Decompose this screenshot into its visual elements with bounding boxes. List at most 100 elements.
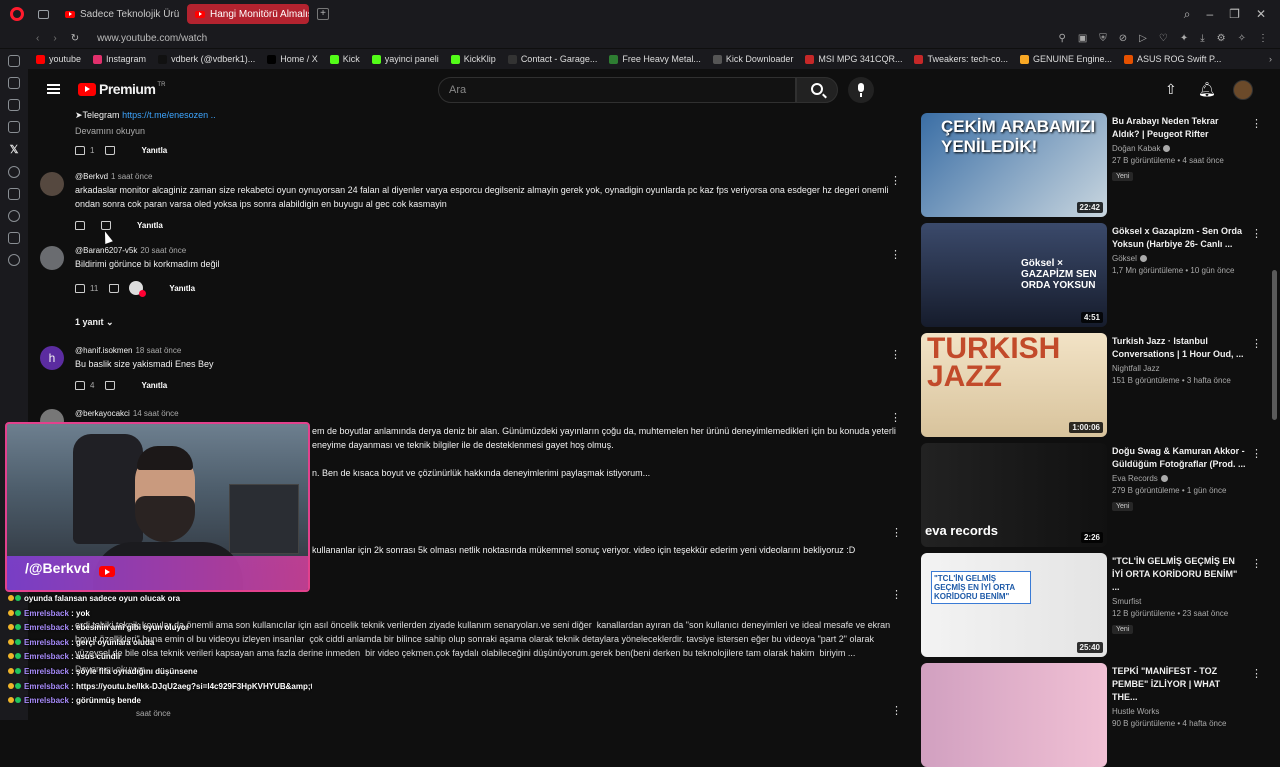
messenger-icon[interactable] (8, 77, 20, 89)
back-icon[interactable]: ‹ (36, 33, 39, 44)
video-title[interactable]: Turkish Jazz · Istanbul Conversations | … (1112, 335, 1246, 361)
video-menu-icon[interactable]: ⋮ (1251, 117, 1262, 130)
channel-name[interactable]: Smurfist (1112, 597, 1141, 606)
channel-name[interactable]: Nightfall Jazz (1112, 364, 1160, 373)
video-title[interactable]: Göksel x Gazapizm - Sen Orda Yoksun (Har… (1112, 225, 1246, 251)
close-window-icon[interactable]: ✕ (1256, 7, 1266, 22)
reload-icon[interactable]: ↻ (71, 33, 79, 44)
comment-author[interactable]: @hanif.isokmen (75, 346, 132, 355)
recommended-video[interactable]: TURKISH JAZZ 1:00:06 Turkish Jazz · Istanb… (921, 333, 1262, 437)
bookmark-item[interactable]: Free Heavy Metal... (609, 54, 701, 64)
clock-icon[interactable] (8, 210, 20, 222)
new-tab-button[interactable]: + (317, 8, 329, 20)
video-thumbnail[interactable]: Göksel × GAZAPİZM SEN ORDA YOKSUN 4:51 (921, 223, 1107, 327)
replies-toggle[interactable]: 1 yanıt ⌄ (75, 317, 891, 328)
bookmark-item[interactable]: Kick (329, 54, 360, 64)
bookmark-item[interactable]: youtube (36, 54, 81, 64)
comment-menu-icon[interactable]: ⋮ (890, 174, 901, 187)
dislike-icon[interactable] (101, 221, 111, 230)
menu-icon[interactable]: ⋮ (1258, 33, 1268, 44)
bookmark-item[interactable]: yayinci paneli (371, 54, 439, 64)
upload-icon[interactable]: ⇧ (1165, 81, 1177, 98)
comment-time[interactable]: 1 saat önce (111, 172, 152, 181)
settings-icon[interactable]: ⚙ (1217, 33, 1226, 44)
dislike-icon[interactable] (109, 283, 120, 293)
bookmark-item[interactable]: Tweakers: tech-co... (914, 54, 1008, 64)
bookmark-item[interactable]: MSI MPG 341CQR... (805, 54, 902, 64)
channel-name[interactable]: Hustle Works (1112, 707, 1159, 716)
bookmark-item[interactable]: KickKlip (450, 54, 496, 64)
video-thumbnail[interactable] (921, 663, 1107, 767)
comment-menu-icon[interactable]: ⋮ (890, 411, 901, 424)
comment-menu-icon[interactable]: ⋮ (891, 526, 902, 539)
reply-button[interactable]: Yanıtla (141, 381, 167, 390)
video-thumbnail[interactable]: ÇEKİM ARABAMIZI YENİLEDİK! 22:42 (921, 113, 1107, 217)
video-title[interactable]: TEPKİ "MANİFEST - TOZ PEMBE" İZLİYOR | W… (1112, 665, 1246, 704)
avatar[interactable] (40, 246, 64, 270)
x-icon[interactable]: 𝕏 (10, 143, 19, 156)
like-icon[interactable] (75, 221, 85, 230)
channel-name[interactable]: Göksel (1112, 254, 1137, 263)
extensions-sidebar-icon[interactable] (8, 232, 20, 244)
like-icon[interactable] (75, 146, 85, 155)
video-menu-icon[interactable]: ⋮ (1251, 557, 1262, 570)
video-menu-icon[interactable]: ⋮ (1251, 667, 1262, 680)
settings-sidebar-icon[interactable] (8, 254, 20, 266)
dislike-icon[interactable] (105, 146, 116, 155)
notifications-icon[interactable]: 🔔︎ (1198, 81, 1216, 98)
player-sidebar-icon[interactable] (8, 166, 20, 178)
bookmark-item[interactable]: GENUINE Engine... (1019, 54, 1112, 64)
scrollbar[interactable] (1272, 270, 1277, 420)
comment-menu-icon[interactable]: ⋮ (890, 348, 901, 361)
bookmark-item[interactable]: Kick Downloader (712, 54, 793, 64)
channel-name[interactable]: Eva Records (1112, 474, 1158, 483)
comment-time[interactable]: 14 saat önce (133, 409, 179, 418)
maximize-icon[interactable]: ❐ (1229, 7, 1240, 22)
reply-button[interactable]: Yanıtla (141, 146, 167, 155)
tab-manager-icon[interactable] (38, 9, 49, 19)
recommended-video[interactable]: ÇEKİM ARABAMIZI YENİLEDİK! 22:42 Bu Arabay… (921, 113, 1262, 217)
browser-tab-active[interactable]: Hangi Monitörü Almalısınız (187, 4, 309, 24)
comment-time[interactable]: 18 saat önce (135, 346, 181, 355)
opera-logo-icon[interactable] (10, 7, 24, 21)
bookmark-item[interactable]: Instagram (93, 54, 146, 64)
account-avatar[interactable] (1233, 80, 1253, 100)
bookmark-icon[interactable] (8, 188, 20, 200)
player-icon[interactable]: ▷ (1139, 33, 1147, 44)
ai-icon[interactable]: ✧ (1238, 33, 1246, 44)
recommended-video[interactable]: eva records 2:26 Doğu Swag & Kamuran Akkor… (921, 443, 1262, 547)
telegram-link[interactable]: https://t.me/enesozen .. (122, 110, 216, 120)
video-thumbnail[interactable]: "TCL'İN GELMİŞ GEÇMİŞ EN İYİ ORTA KORİDO… (921, 553, 1107, 657)
vpn-icon[interactable]: ⊘ (1119, 33, 1127, 44)
bookmarks-overflow-icon[interactable]: › (1269, 54, 1280, 64)
comment-author[interactable]: @Baran6207-v5k (75, 246, 137, 255)
comment-menu-icon[interactable]: ⋮ (891, 588, 902, 601)
url-field[interactable]: www.youtube.com/watch (97, 33, 207, 44)
video-title[interactable]: Doğu Swag & Kamuran Akkor - Güldüğüm Fot… (1112, 445, 1246, 471)
comment-time[interactable]: 20 saat önce (140, 246, 186, 255)
extensions-icon[interactable]: ✦ (1180, 33, 1188, 44)
video-menu-icon[interactable]: ⋮ (1251, 337, 1262, 350)
workspace-icon[interactable] (8, 121, 20, 133)
reply-button[interactable]: Yanıtla (137, 221, 163, 230)
recommended-video[interactable]: "TCL'İN GELMİŞ GEÇMİŞ EN İYİ ORTA KORİDO… (921, 553, 1262, 657)
video-menu-icon[interactable]: ⋮ (1251, 227, 1262, 240)
comment-menu-icon[interactable]: ⋮ (891, 704, 902, 717)
forward-icon[interactable]: › (53, 33, 56, 44)
pin-icon[interactable]: ⚲ (1058, 33, 1065, 44)
like-icon[interactable] (75, 381, 85, 390)
search-tabs-icon[interactable]: ⌕ (1184, 7, 1191, 22)
bookmark-item[interactable]: Contact - Garage... (507, 54, 597, 64)
download-icon[interactable]: ⤓ (1200, 33, 1204, 44)
reply-button[interactable]: Yanıtla (169, 284, 195, 293)
bookmark-item[interactable]: Home / X (267, 54, 318, 64)
video-title[interactable]: "TCL'İN GELMİŞ GEÇMİŞ EN İYİ ORTA KORİDO… (1112, 555, 1246, 594)
video-menu-icon[interactable]: ⋮ (1251, 447, 1262, 460)
recommended-video[interactable]: Göksel × GAZAPİZM SEN ORDA YOKSUN 4:51 Gök… (921, 223, 1262, 327)
bookmark-item[interactable]: ASUS ROG Swift P... (1124, 54, 1221, 64)
dislike-icon[interactable] (105, 381, 116, 390)
avatar[interactable] (40, 172, 64, 196)
channel-name[interactable]: Doğan Kabak (1112, 144, 1160, 153)
video-thumbnail[interactable]: eva records 2:26 (921, 443, 1107, 547)
guide-menu-icon[interactable] (47, 84, 60, 94)
